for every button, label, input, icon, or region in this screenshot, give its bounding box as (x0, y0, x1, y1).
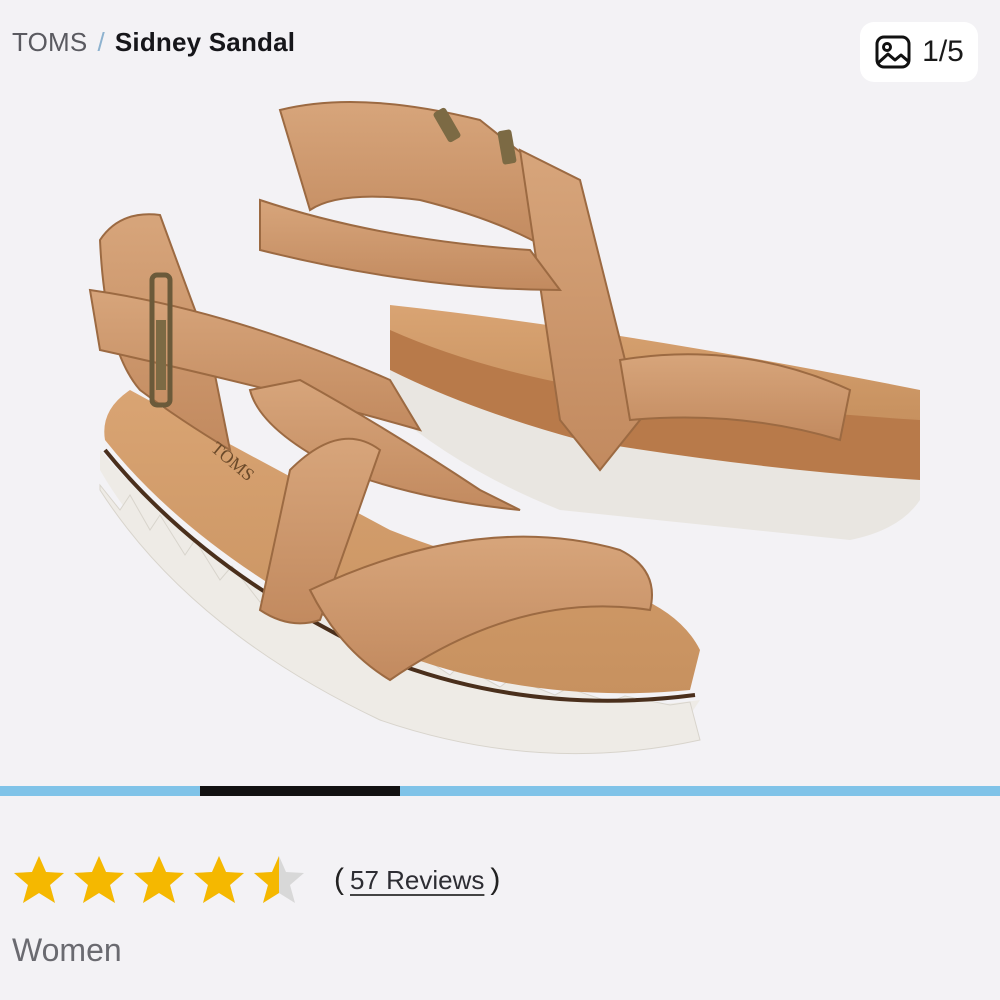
breadcrumb: TOMS / Sidney Sandal (12, 26, 295, 58)
reviews-count: ( 57 Reviews ) (334, 863, 500, 897)
image-icon (875, 35, 911, 69)
gallery-progress-bar (0, 786, 1000, 796)
star-half-icon (254, 856, 304, 903)
breadcrumb-brand-link[interactable]: TOMS (12, 27, 87, 58)
progress-segment[interactable] (600, 786, 800, 796)
reviews-link[interactable]: 57 Reviews (350, 865, 484, 896)
progress-segment[interactable] (0, 786, 200, 796)
reviews-close-paren: ) (490, 863, 501, 896)
image-counter-text: 1/5 (922, 35, 964, 68)
progress-segment[interactable] (800, 786, 1000, 796)
star-full-icon (194, 856, 244, 903)
rating-row: ( 57 Reviews ) (12, 855, 500, 905)
star-full-icon (14, 856, 64, 903)
product-title: Sidney Sandal (114, 26, 296, 57)
product-image[interactable]: TOMS (60, 90, 940, 780)
star-full-icon (74, 856, 124, 903)
progress-segment[interactable] (400, 786, 600, 796)
image-counter-badge[interactable]: 1/5 (860, 22, 978, 82)
star-full-icon (134, 856, 184, 903)
progress-segment-active[interactable] (200, 786, 400, 796)
reviews-open-paren: ( (334, 863, 344, 896)
product-category: Women (12, 932, 122, 968)
star-rating (12, 854, 306, 906)
breadcrumb-separator: / (97, 26, 105, 57)
sandal-illustration: TOMS (88, 101, 920, 755)
